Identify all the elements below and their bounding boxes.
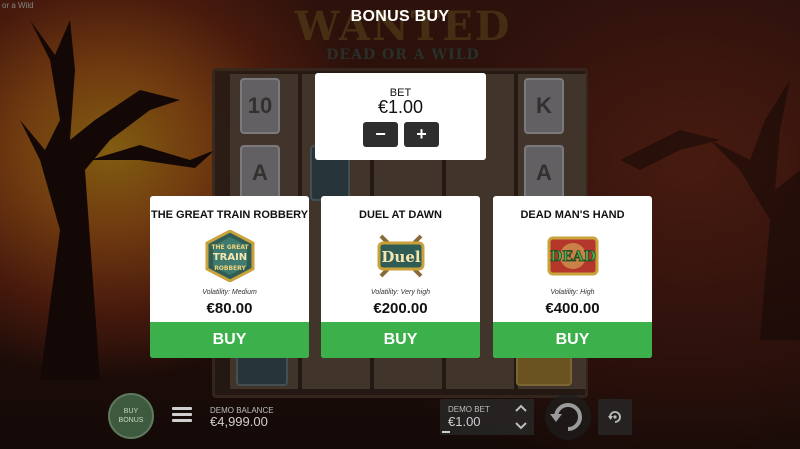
bonus-card-title: DEAD MAN'S HAND	[520, 209, 625, 221]
bet-selector[interactable]: DEMO BET €1.00	[440, 399, 508, 435]
menu-button[interactable]	[172, 407, 192, 425]
svg-text:Duel: Duel	[381, 248, 420, 266]
bonus-card-dead-mans-hand: DEAD MAN'S HAND DEAD Volatility: High €4…	[493, 196, 652, 358]
volatility-label: Volatility: Medium	[202, 289, 257, 296]
demo-bet-value: €1.00	[448, 414, 481, 429]
demo-bet-label: DEMO BET	[448, 405, 490, 414]
bonus-card-title: DUEL AT DAWN	[359, 209, 442, 221]
bonus-buy-title: BONUS BUY	[350, 8, 450, 25]
dead-badge-icon: DEAD	[547, 236, 598, 276]
bonus-price: €80.00	[206, 300, 253, 317]
great-train-robbery-badge-icon: THE GREAT TRAIN ROBBERY	[205, 230, 254, 282]
volatility-label: Volatility: High	[550, 289, 595, 296]
autoplay-button[interactable]	[598, 399, 632, 435]
svg-text:ROBBERY: ROBBERY	[214, 265, 246, 272]
bonus-card-great-train-robbery: THE GREAT TRAIN ROBBERY THE GREAT TRAIN …	[150, 196, 309, 358]
volatility-label: Volatility: Very high	[370, 289, 430, 296]
buy-bonus-button[interactable]: BUY BONUS	[108, 393, 154, 439]
buy-dead-mans-hand-button[interactable]: BUY	[493, 322, 652, 358]
decrease-bet-button[interactable]: −	[363, 122, 398, 147]
svg-text:DEAD: DEAD	[550, 249, 596, 265]
bet-value: €1.00	[377, 97, 424, 117]
bet-up-button[interactable]	[508, 399, 534, 417]
buy-duel-at-dawn-button[interactable]: BUY	[321, 322, 480, 358]
increase-bet-button[interactable]: +	[404, 122, 439, 147]
autoplay-icon	[608, 411, 621, 423]
minus-icon: −	[375, 124, 386, 144]
buy-bonus-label: BUY BONUS	[118, 408, 144, 424]
hamburger-menu-icon	[172, 407, 192, 422]
bet-indicator	[442, 431, 450, 433]
spin-icon	[545, 394, 591, 440]
balance-value: €4,999.00	[210, 414, 268, 429]
chevron-down-icon	[515, 422, 527, 430]
bet-down-button[interactable]	[508, 417, 534, 435]
buy-great-train-robbery-button[interactable]: BUY	[150, 322, 309, 358]
bet-panel: BET €1.00 − +	[315, 73, 486, 160]
spin-button[interactable]	[538, 392, 598, 442]
bonus-price: €400.00	[545, 300, 600, 317]
bonus-price: €200.00	[373, 300, 428, 317]
bet-arrows	[508, 399, 534, 435]
svg-text:TRAIN: TRAIN	[212, 252, 246, 263]
bonus-card-title: THE GREAT TRAIN ROBBERY	[150, 209, 309, 221]
bonus-card-duel-at-dawn: DUEL AT DAWN Duel Volatility: Very high …	[321, 196, 480, 358]
svg-text:THE GREAT: THE GREAT	[211, 244, 249, 251]
chevron-up-icon	[515, 404, 527, 412]
duel-badge-icon: Duel	[377, 234, 424, 278]
plus-icon: +	[416, 124, 427, 144]
